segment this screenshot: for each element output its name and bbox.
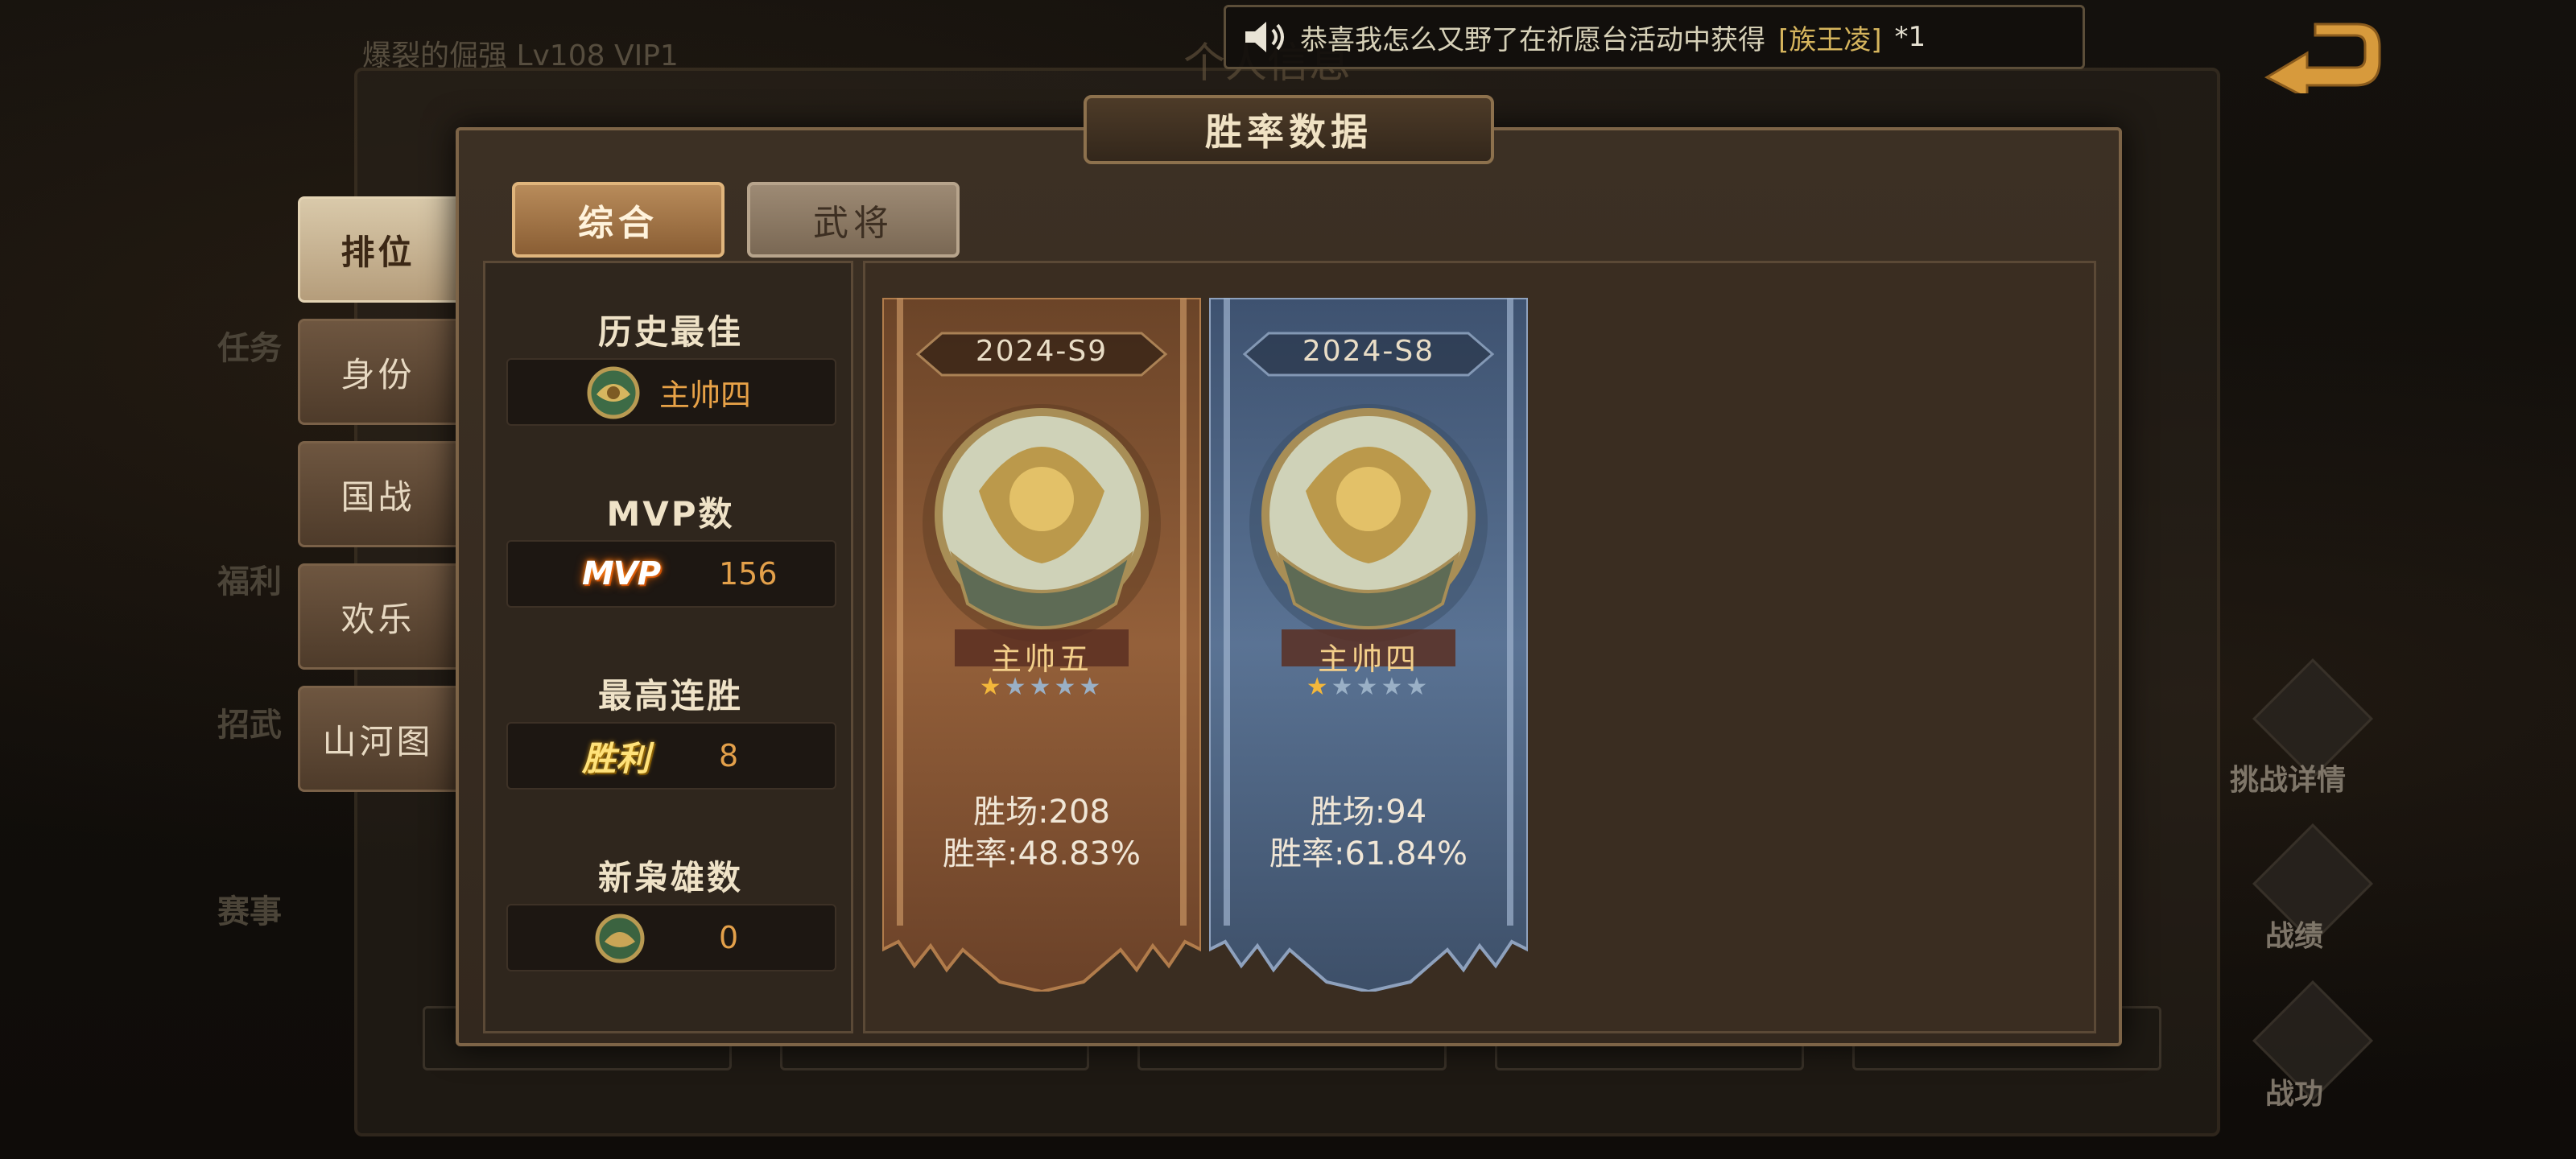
new-hero-box: 0 <box>506 904 836 971</box>
mvp-count-value: 156 <box>719 556 778 592</box>
back-arrow-icon <box>2264 23 2381 101</box>
back-button[interactable] <box>2259 21 2388 101</box>
background-left-label: 福利 <box>217 563 282 600</box>
star-icon: ★ <box>979 673 1005 701</box>
new-hero-title: 新枭雄数 <box>597 858 743 897</box>
background-left-label: 招武 <box>217 707 282 744</box>
background-left-label: 赛事 <box>217 893 282 930</box>
best-rank-box: 主帅四 <box>506 358 836 426</box>
tab-generals[interactable]: 武将 <box>747 182 960 258</box>
announcement-count: *1 <box>1894 21 1926 53</box>
best-rank-title: 历史最佳 <box>597 312 743 352</box>
season-label: 2024-S9 <box>975 335 1108 368</box>
new-hero-value: 0 <box>719 920 739 955</box>
hero-badge-icon <box>595 914 645 963</box>
side-tab-list: 排位 身份 国战 欢乐 山河图 <box>298 196 456 792</box>
stats-panel: 历史最佳 主帅四 MVP数 MVP 156 最高连胜 胜利 8 新枭雄数 0 <box>483 261 853 1033</box>
season-win-rate: 胜率:48.83% <box>943 835 1141 872</box>
season-label: 2024-S8 <box>1302 335 1435 368</box>
star-icon: ★★★★ <box>1004 673 1104 701</box>
announcement-bar: 恭喜我怎么又野了在祈愿台活动中获得 [族王凌] *1 <box>1224 5 2085 69</box>
mvp-count-box: MVP 156 <box>506 540 836 608</box>
season-rank-name: 主帅五 <box>990 641 1092 677</box>
rank-badge-icon <box>587 366 640 419</box>
season-banner[interactable]: 2024-S8 主帅四 ★★★★★ 胜场:94 胜率:61.84% <box>1209 298 1528 992</box>
tab-overall[interactable]: 综合 <box>512 182 724 258</box>
win-streak-title: 最高连胜 <box>597 676 743 716</box>
victory-badge-icon: 胜利 <box>582 738 650 778</box>
merit-label: 战功 <box>2265 1078 2324 1111</box>
side-tab-ranked[interactable]: 排位 <box>298 196 456 303</box>
side-tab-fun[interactable]: 欢乐 <box>298 563 456 670</box>
side-tab-identity[interactable]: 身份 <box>298 319 456 425</box>
season-banner[interactable]: 2024-S9 主帅五 ★★★★★ 胜场:208 胜率:48.83% <box>882 298 1201 992</box>
announcement-item: [族王凌] <box>1778 23 1882 56</box>
win-streak-box: 胜利 8 <box>506 722 836 790</box>
record-label: 战绩 <box>2265 920 2324 953</box>
side-tab-national-war[interactable]: 国战 <box>298 441 456 547</box>
background-left-label: 任务 <box>217 330 282 367</box>
win-streak-value: 8 <box>719 738 739 773</box>
mvp-count-title: MVP数 <box>606 494 735 534</box>
announcement-text: 恭喜我怎么又野了在祈愿台活动中获得 <box>1300 23 1765 56</box>
side-tab-mountains[interactable]: 山河图 <box>298 686 456 792</box>
mvp-badge-icon: MVP <box>582 555 661 592</box>
season-rank-name: 主帅四 <box>1317 641 1419 677</box>
best-rank-value: 主帅四 <box>659 377 752 413</box>
season-wins: 胜场:94 <box>1310 794 1427 831</box>
rank-stars: ★★★★★ <box>882 673 1201 701</box>
season-win-rate: 胜率:61.84% <box>1269 835 1468 872</box>
speaker-icon <box>1245 22 1284 52</box>
season-wins: 胜场:208 <box>973 794 1110 831</box>
star-icon: ★ <box>1306 673 1331 701</box>
challenge-detail-label: 挑战详情 <box>2230 764 2347 797</box>
background-player-line: 爆裂的倔强 Lv108 VIP1 <box>362 39 679 72</box>
star-icon: ★★★★ <box>1331 673 1431 701</box>
modal-title: 胜率数据 <box>1084 95 1494 164</box>
rank-stars: ★★★★★ <box>1209 673 1528 701</box>
